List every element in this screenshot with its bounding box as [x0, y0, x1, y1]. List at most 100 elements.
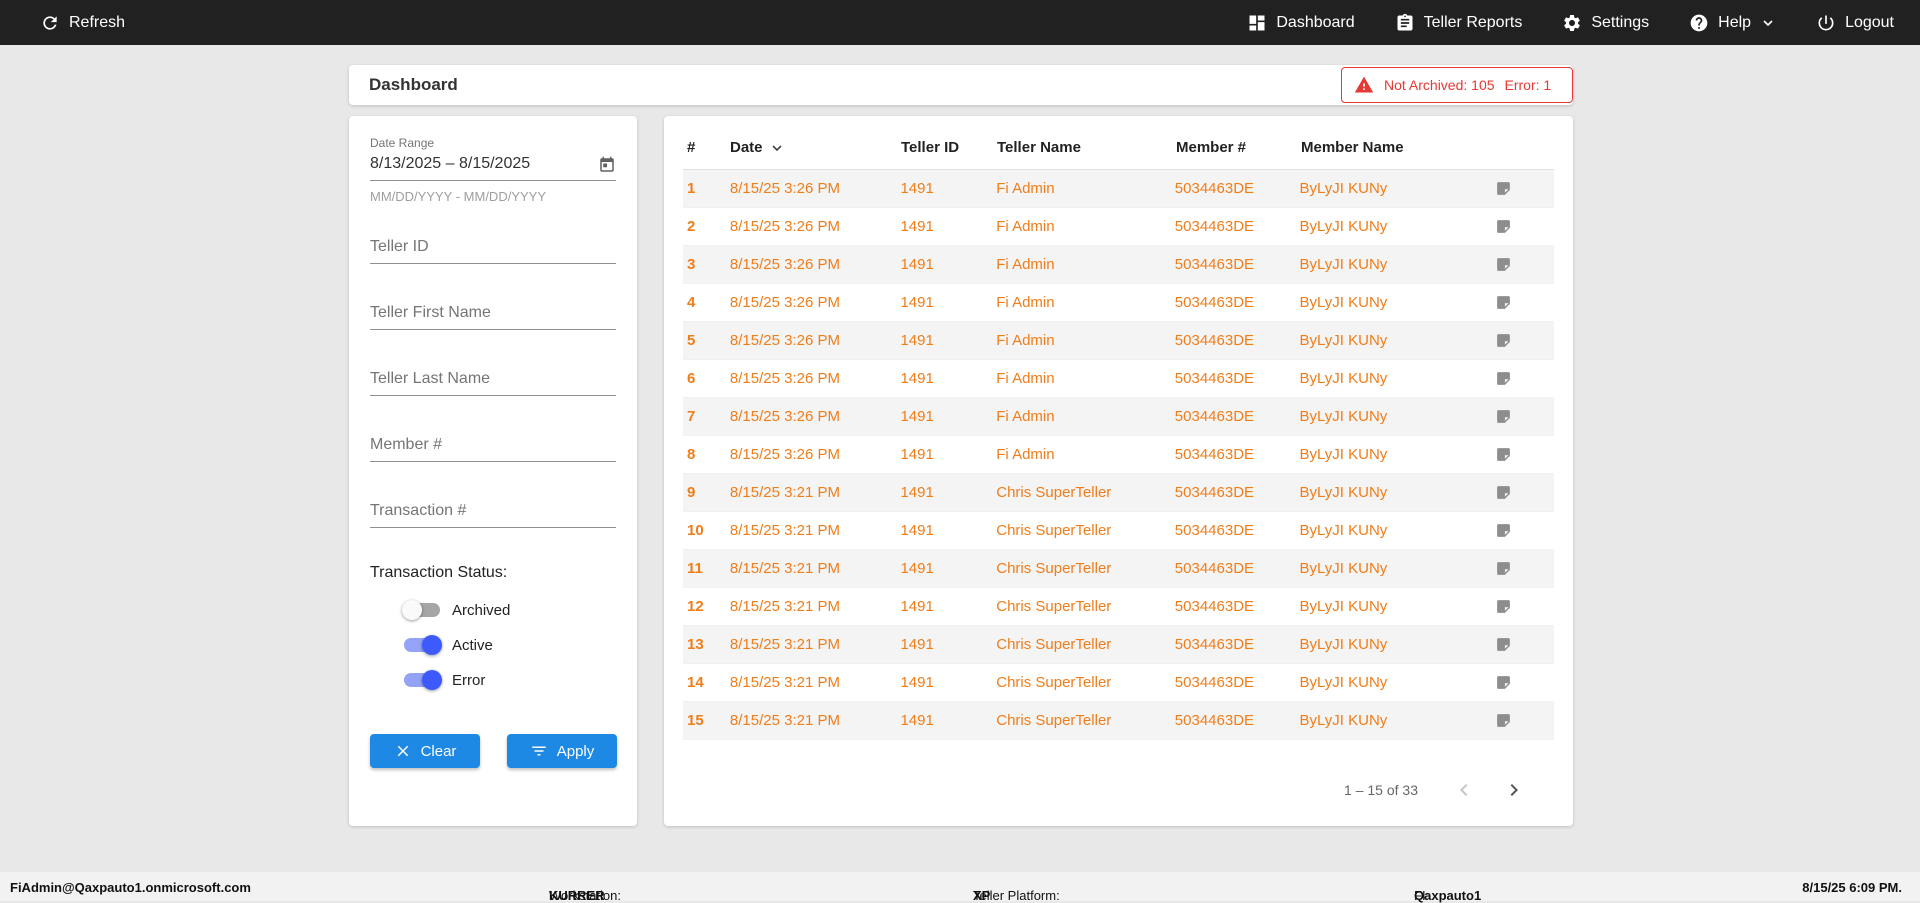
row-member-num: 5034463DE: [1174, 712, 1255, 729]
table-row[interactable]: 2 8/15/25 3:26 PM 1491 Fi Admin 5034463D…: [683, 208, 1554, 246]
row-number: 9: [687, 484, 696, 501]
date-range-hint: MM/DD/YYYY - MM/DD/YYYY: [370, 189, 547, 204]
col-header-num[interactable]: #: [683, 139, 730, 156]
table-row[interactable]: 7 8/15/25 3:26 PM 1491 Fi Admin 5034463D…: [683, 398, 1554, 436]
row-number: 5: [687, 332, 696, 349]
toggle-label: Archived: [452, 601, 511, 619]
note-icon[interactable]: [1495, 180, 1512, 197]
row-date: 8/15/25 3:26 PM: [729, 180, 840, 197]
table-row[interactable]: 1 8/15/25 3:26 PM 1491 Fi Admin 5034463D…: [683, 170, 1554, 208]
top-navigation: Dashboard Teller Reports Settings Help L…: [1247, 13, 1894, 33]
table-row[interactable]: 14 8/15/25 3:21 PM 1491 Chris SuperTelle…: [683, 664, 1554, 702]
note-icon[interactable]: [1495, 636, 1512, 653]
nav-settings[interactable]: Settings: [1562, 13, 1649, 33]
filter-input[interactable]: [370, 366, 616, 396]
filter-input[interactable]: [370, 498, 616, 528]
filter-panel: Date Range MM/DD/YYYY - MM/DD/YYYY Trans…: [349, 116, 637, 826]
not-archived-count: Not Archived: 105: [1384, 77, 1495, 93]
refresh-button[interactable]: Refresh: [40, 13, 125, 33]
sort-desc-icon: [771, 144, 782, 151]
table-row[interactable]: 11 8/15/25 3:21 PM 1491 Chris SuperTelle…: [683, 550, 1554, 588]
apply-button[interactable]: Apply: [507, 734, 617, 768]
table-header-row: # Date Teller ID Teller Name Member # Me…: [683, 126, 1554, 170]
table-row[interactable]: 8 8/15/25 3:26 PM 1491 Fi Admin 5034463D…: [683, 436, 1554, 474]
next-page-icon[interactable]: [1502, 778, 1526, 802]
nav-help[interactable]: Help: [1689, 13, 1776, 33]
row-date: 8/15/25 3:26 PM: [729, 218, 840, 235]
date-range-label: Date Range: [370, 136, 435, 150]
row-date: 8/15/25 3:26 PM: [729, 408, 840, 425]
row-number: 8: [687, 446, 696, 463]
table-row[interactable]: 12 8/15/25 3:21 PM 1491 Chris SuperTelle…: [683, 588, 1554, 626]
col-header-teller-name[interactable]: Teller Name: [997, 139, 1176, 156]
table-row[interactable]: 13 8/15/25 3:21 PM 1491 Chris SuperTelle…: [683, 626, 1554, 664]
table-row[interactable]: 3 8/15/25 3:26 PM 1491 Fi Admin 5034463D…: [683, 246, 1554, 284]
row-teller-id: 1491: [900, 522, 934, 539]
row-teller-id: 1491: [900, 180, 934, 197]
filter-input[interactable]: [370, 234, 616, 264]
note-icon[interactable]: [1495, 522, 1512, 539]
nav-teller-reports[interactable]: Teller Reports: [1395, 13, 1522, 33]
clear-button-label: Clear: [420, 742, 457, 760]
table-row[interactable]: 15 8/15/25 3:21 PM 1491 Chris SuperTelle…: [683, 702, 1554, 740]
row-number: 12: [687, 598, 704, 615]
warning-icon: [1354, 76, 1374, 93]
row-teller-name: Fi Admin: [996, 370, 1055, 387]
row-number: 15: [687, 712, 704, 729]
table-row[interactable]: 9 8/15/25 3:21 PM 1491 Chris SuperTeller…: [683, 474, 1554, 512]
nav-logout[interactable]: Logout: [1816, 13, 1894, 33]
row-member-num: 5034463DE: [1174, 180, 1255, 197]
row-teller-name: Fi Admin: [996, 218, 1055, 235]
table-row[interactable]: 5 8/15/25 3:26 PM 1491 Fi Admin 5034463D…: [683, 322, 1554, 360]
col-header-member-name[interactable]: Member Name: [1301, 139, 1497, 156]
col-header-date[interactable]: Date: [730, 139, 901, 156]
row-actions: [1495, 408, 1554, 425]
row-member-name: ByLyJI KUNy: [1299, 180, 1388, 197]
col-header-member-num[interactable]: Member #: [1176, 139, 1301, 156]
status-toggle[interactable]: Error: [404, 668, 616, 692]
status-toggle[interactable]: Active: [404, 633, 616, 657]
clear-button[interactable]: Clear: [370, 734, 480, 768]
date-range-input[interactable]: [370, 150, 598, 180]
row-member-name: ByLyJI KUNy: [1299, 218, 1388, 235]
row-member-name: ByLyJI KUNy: [1299, 484, 1388, 501]
note-icon[interactable]: [1495, 446, 1512, 463]
toggle-track: [404, 670, 442, 690]
status-toggle[interactable]: Archived: [402, 598, 616, 622]
transaction-status-label: Transaction Status:: [370, 564, 508, 581]
note-icon[interactable]: [1495, 484, 1512, 501]
row-teller-id: 1491: [900, 446, 934, 463]
row-actions: [1495, 446, 1554, 463]
note-icon[interactable]: [1495, 560, 1512, 577]
note-icon[interactable]: [1495, 370, 1512, 387]
note-icon[interactable]: [1495, 408, 1512, 425]
filter-actions: Clear Apply: [370, 734, 617, 768]
row-teller-name: Chris SuperTeller: [996, 636, 1112, 653]
filter-input[interactable]: [370, 300, 616, 330]
note-icon[interactable]: [1495, 218, 1512, 235]
table-row[interactable]: 6 8/15/25 3:26 PM 1491 Fi Admin 5034463D…: [683, 360, 1554, 398]
filter-icon: [531, 746, 546, 756]
note-icon[interactable]: [1495, 332, 1512, 349]
table-row[interactable]: 10 8/15/25 3:21 PM 1491 Chris SuperTelle…: [683, 512, 1554, 550]
row-teller-id: 1491: [900, 598, 934, 615]
row-member-num: 5034463DE: [1174, 446, 1255, 463]
previous-page-icon[interactable]: [1452, 778, 1476, 802]
nav-settings-label: Settings: [1591, 13, 1650, 31]
nav-dashboard[interactable]: Dashboard: [1247, 13, 1355, 33]
row-member-num: 5034463DE: [1174, 522, 1255, 539]
note-icon[interactable]: [1495, 712, 1512, 729]
help-icon: [1690, 14, 1708, 31]
col-header-teller-id[interactable]: Teller ID: [901, 139, 997, 156]
calendar-icon[interactable]: [598, 156, 616, 174]
row-actions: [1495, 560, 1554, 577]
row-teller-id: 1491: [900, 408, 934, 425]
note-icon[interactable]: [1495, 598, 1512, 615]
note-icon[interactable]: [1495, 294, 1512, 311]
note-icon[interactable]: [1495, 674, 1512, 691]
table-row[interactable]: 4 8/15/25 3:26 PM 1491 Fi Admin 5034463D…: [683, 284, 1554, 322]
row-number: 10: [687, 522, 704, 539]
filter-input[interactable]: [370, 432, 616, 462]
error-count: Error: 1: [1504, 77, 1552, 93]
note-icon[interactable]: [1495, 256, 1512, 273]
